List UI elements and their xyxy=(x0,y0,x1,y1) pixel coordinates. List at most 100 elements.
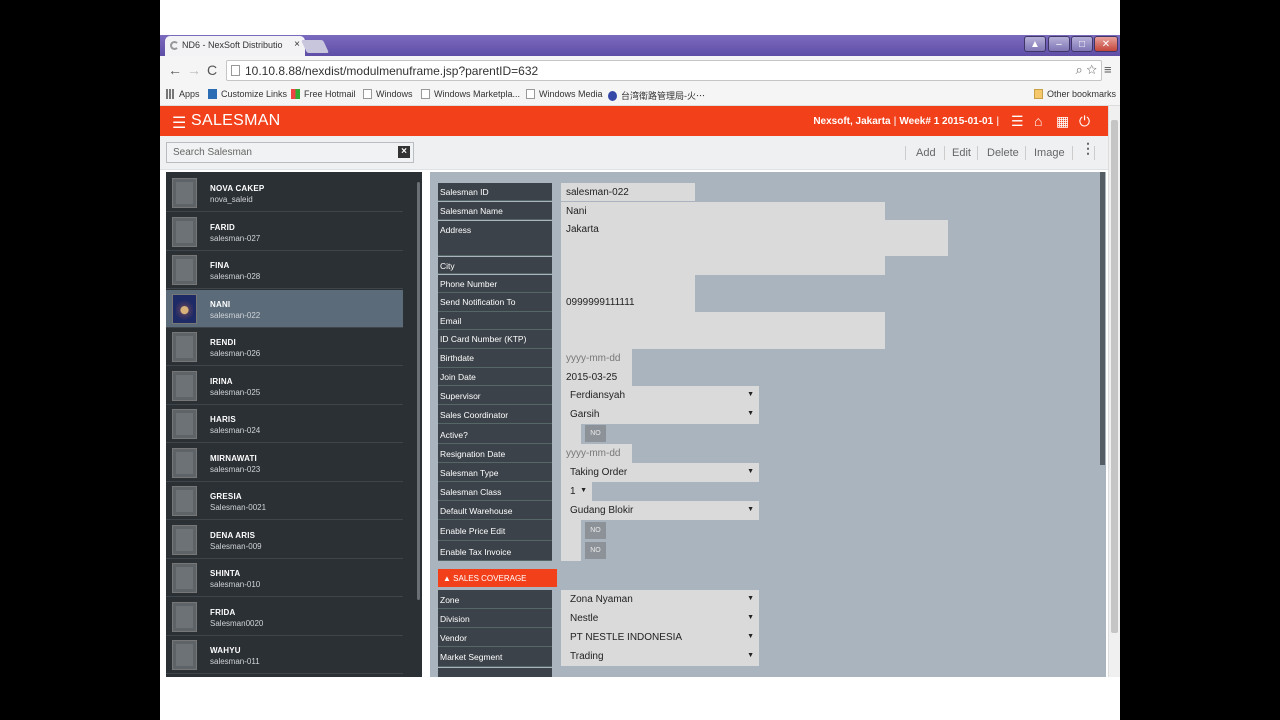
list-scrollbar[interactable] xyxy=(416,172,422,677)
active-toggle[interactable]: NO xyxy=(585,425,606,442)
browser-tab[interactable]: ND6 - NexSoft Distributio × xyxy=(165,36,305,56)
list-item[interactable]: FINA salesman-028 xyxy=(166,251,403,289)
image-button[interactable]: Image xyxy=(1034,147,1065,159)
m-icon xyxy=(208,89,217,99)
browser-window: ND6 - NexSoft Distributio × ▲ – □ ✕ ← → … xyxy=(160,0,1120,720)
market-segment-select[interactable]: Trading ▼ xyxy=(561,647,759,666)
edit-button[interactable]: Edit xyxy=(952,147,971,159)
grid-icon[interactable]: ▦ xyxy=(1056,113,1069,130)
label-ktp: ID Card Number (KTP) xyxy=(438,330,552,349)
bookmark-windows-marketplace[interactable]: Windows Marketpla... xyxy=(421,89,520,99)
maximize-icon[interactable]: □ xyxy=(1071,36,1093,52)
list-item[interactable]: FRIDA Salesman0020 xyxy=(166,598,403,636)
add-button[interactable]: Add xyxy=(916,147,936,159)
more-options-icon[interactable]: ⋮ xyxy=(1081,140,1095,157)
bookmark-taiwan-railway[interactable]: 台湾衛路管理局-火⋯ xyxy=(608,89,705,102)
salesman-id: salesman-025 xyxy=(210,387,261,397)
other-bookmarks[interactable]: Other bookmarks xyxy=(1034,89,1116,99)
zoom-star-icons[interactable]: ⌕ ☆ xyxy=(1076,62,1098,78)
salesman-id: salesman-024 xyxy=(210,426,261,435)
bookmark-free-hotmail[interactable]: Free Hotmail xyxy=(291,89,356,99)
list-item[interactable]: NOVA CAKEP nova_saleid xyxy=(166,174,403,212)
list-item[interactable]: NANI salesman-022 xyxy=(166,289,403,328)
sales-coordinator-select[interactable]: Garsih ▼ xyxy=(561,405,759,424)
list-item[interactable]: HARIS salesman-024 xyxy=(166,405,403,443)
avatar xyxy=(172,332,197,362)
send-notification-field[interactable]: 0999999111111 xyxy=(561,293,695,312)
tab-title: ND6 - NexSoft Distributio xyxy=(182,40,283,50)
form-scroll-thumb[interactable] xyxy=(1100,172,1105,465)
price-edit-toggle[interactable]: NO xyxy=(585,522,606,539)
warehouse-value: Gudang Blokir xyxy=(570,505,634,516)
chevron-down-icon: ▼ xyxy=(580,487,587,494)
email-field[interactable] xyxy=(561,312,885,349)
avatar xyxy=(172,178,197,208)
city-field[interactable] xyxy=(561,256,885,275)
forward-icon[interactable]: → xyxy=(187,62,201,78)
window-close-icon[interactable]: ✕ xyxy=(1094,36,1118,52)
clear-search-icon[interactable]: × xyxy=(398,146,410,158)
vendor-select[interactable]: PT NESTLE INDONESIA ▼ xyxy=(561,628,759,647)
label-salesman-name: Salesman Name xyxy=(438,202,552,220)
zone-select[interactable]: Zona Nyaman ▼ xyxy=(561,590,759,609)
page-scroll-thumb[interactable] xyxy=(1111,120,1118,633)
company-label: Nexsoft, Jakarta xyxy=(813,116,891,127)
collapse-triangle-icon: ▲ xyxy=(443,574,454,583)
class-value: 1 xyxy=(570,486,576,497)
home-icon[interactable]: ⌂ xyxy=(1034,113,1042,129)
address-bar[interactable]: 10.10.8.88/nexdist/modulmenuframe.jsp?pa… xyxy=(226,60,1102,81)
salesman-detail-form: Salesman ID salesman-022 Salesman Name N… xyxy=(430,172,1106,677)
supervisor-select[interactable]: Ferdiansyah ▼ xyxy=(561,386,759,405)
search-input[interactable]: Search Salesman × xyxy=(166,142,414,163)
menu-icon[interactable]: ≡ xyxy=(1104,62,1112,77)
address-field[interactable]: Jakarta xyxy=(561,220,948,256)
salesman-class-select[interactable]: 1 ▼ xyxy=(561,482,592,501)
list-item[interactable]: GRESIA Salesman-0021 xyxy=(166,482,403,520)
birthdate-field[interactable]: yyyy-mm-dd xyxy=(561,349,632,368)
phone-number-field[interactable] xyxy=(561,275,695,293)
divider xyxy=(1025,146,1026,160)
delete-button[interactable]: Delete xyxy=(987,147,1019,159)
user-icon[interactable]: ▲ xyxy=(1024,36,1046,52)
list-item[interactable]: MIRNAWATI salesman-023 xyxy=(166,444,403,482)
avatar xyxy=(172,640,197,670)
salesman-name-field[interactable]: Nani xyxy=(561,202,885,220)
tab-close-icon[interactable]: × xyxy=(294,39,300,50)
list-scroll-thumb[interactable] xyxy=(417,182,420,600)
page-title: SALESMAN xyxy=(191,112,281,129)
salesman-id: salesman-023 xyxy=(210,464,261,474)
salesman-id-field[interactable]: salesman-022 xyxy=(561,183,695,201)
reload-icon[interactable]: C xyxy=(207,62,217,78)
list-item[interactable]: RENDI salesman-026 xyxy=(166,328,403,366)
hamburger-menu-icon[interactable]: ☰ xyxy=(172,113,186,133)
power-icon[interactable]: ⏻ xyxy=(1079,113,1090,130)
list-item[interactable]: DENA ARIS Salesman-009 xyxy=(166,521,403,559)
sales-coverage-section[interactable]: ▲ SALES COVERAGE xyxy=(438,569,557,587)
tax-invoice-toggle[interactable]: NO xyxy=(585,542,606,559)
resignation-date-field[interactable]: yyyy-mm-dd xyxy=(561,444,632,463)
label-vendor: Vendor xyxy=(438,628,552,647)
salesman-id: salesman-010 xyxy=(210,580,261,589)
division-select[interactable]: Nestle ▼ xyxy=(561,609,759,628)
bookmark-windows-media[interactable]: Windows Media xyxy=(526,89,603,99)
salesman-name: SHINTA xyxy=(210,569,241,578)
label-birthdate: Birthdate xyxy=(438,349,552,368)
page-scrollbar[interactable] xyxy=(1108,106,1120,677)
list-item[interactable]: IRINA salesman-025 xyxy=(166,367,403,405)
list-item[interactable]: WAHYU salesman-011 xyxy=(166,636,403,674)
list-item[interactable]: FARID salesman-027 xyxy=(166,213,403,251)
minimize-icon[interactable]: – xyxy=(1048,36,1070,52)
bookmark-windows[interactable]: Windows xyxy=(363,89,413,99)
form-scrollbar[interactable] xyxy=(1090,172,1106,677)
chevron-down-icon: ▼ xyxy=(747,614,754,621)
bookmark-apps[interactable]: Apps xyxy=(166,89,200,99)
back-icon[interactable]: ← xyxy=(168,62,182,78)
join-date-field[interactable]: 2015-03-25 xyxy=(561,368,632,386)
list-menu-icon[interactable]: ☰ xyxy=(1011,113,1024,130)
salesman-type-select[interactable]: Taking Order ▼ xyxy=(561,463,759,482)
chevron-down-icon: ▼ xyxy=(747,506,754,513)
default-warehouse-select[interactable]: Gudang Blokir ▼ xyxy=(561,501,759,520)
list-item[interactable]: SHINTA salesman-010 xyxy=(166,559,403,597)
divider xyxy=(905,146,906,160)
bookmark-customize-links[interactable]: Customize Links xyxy=(208,89,287,99)
